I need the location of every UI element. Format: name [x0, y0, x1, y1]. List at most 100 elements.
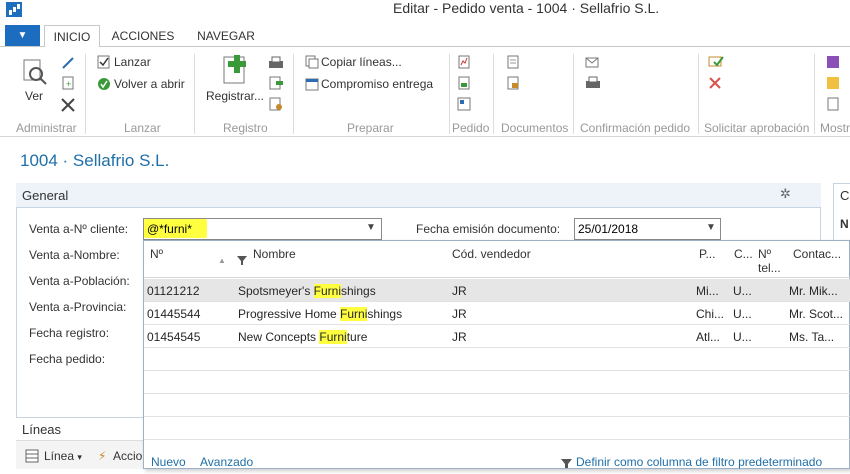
ribbon-separator [293, 54, 294, 134]
default-filter-link[interactable]: Definir como columna de filtro predeterm… [576, 455, 822, 469]
delete-icon[interactable] [61, 98, 75, 112]
app-logo-icon [6, 2, 22, 17]
statistics-icon[interactable] [457, 55, 471, 69]
row-name-pre: New Concepts [238, 330, 320, 344]
row-vendedor: JR [452, 284, 467, 298]
cancel-approval-icon[interactable] [708, 76, 722, 90]
fecha-emision-label: Fecha emisión documento: [416, 222, 561, 236]
column-header-vendedor[interactable]: Cód. vendedor [452, 247, 531, 261]
column-header-c[interactable]: C... [734, 247, 753, 261]
column-header-nombre[interactable]: Nombre [253, 247, 296, 261]
compromiso-entrega-button[interactable]: Compromiso entrega [321, 77, 433, 91]
notes-icon[interactable] [826, 76, 840, 90]
print-confirmation-icon[interactable] [585, 76, 601, 90]
group-label-lanzar: Lanzar [124, 121, 161, 135]
row-name-post: shings [341, 284, 376, 298]
calendar-icon[interactable] [305, 77, 319, 91]
copy-lines-icon[interactable] [305, 55, 319, 69]
tab-acciones[interactable]: ACCIONES [108, 25, 178, 48]
document-date-value[interactable]: 25/01/2018 [578, 222, 638, 236]
request-approval-icon[interactable] [708, 55, 724, 69]
registrar-button[interactable]: Registrar... [206, 89, 264, 103]
poblacion-label: Venta a-Población: [29, 274, 130, 288]
tab-navegar[interactable]: NAVEGAR [190, 25, 262, 48]
row-c: U... [733, 330, 752, 344]
row-name-pre: Spotsmeyer's [238, 284, 314, 298]
chevron-down-icon[interactable]: ▼ [366, 222, 376, 233]
column-header-contacto[interactable]: Contac... [793, 247, 841, 261]
row-name: New Concepts Furniture [238, 330, 367, 344]
row-no: 01121212 [147, 284, 200, 298]
ribbon-separator [698, 54, 699, 134]
edit-pencil-icon[interactable] [61, 56, 75, 70]
group-label-aprobacion: Solicitar aprobación [704, 121, 810, 135]
factbox-title: C [840, 188, 850, 203]
card-icon[interactable] [457, 76, 471, 90]
nuevo-link[interactable]: Nuevo [151, 455, 186, 469]
lines-linea-menu[interactable]: Línea ▾ [44, 449, 82, 463]
email-icon[interactable] [585, 55, 599, 69]
row-vendedor: JR [452, 307, 467, 321]
empty-row [144, 394, 850, 417]
row-p: Atl... [696, 330, 721, 344]
view-icon[interactable] [22, 58, 48, 86]
attachment-icon[interactable] [506, 76, 520, 90]
ribbon-separator [814, 54, 815, 134]
column-header-no[interactable]: Nº [150, 247, 163, 261]
customer-no-value[interactable]: @*furni* [147, 222, 192, 236]
row-no: 01445544 [147, 307, 201, 321]
group-label-registro: Registro [223, 121, 268, 135]
document-icon[interactable] [506, 55, 520, 69]
chevron-down-icon[interactable]: ▼ [706, 222, 716, 233]
new-document-icon[interactable]: + [61, 76, 75, 90]
dimensions-icon[interactable] [457, 97, 471, 111]
general-header[interactable] [16, 183, 821, 208]
post-icon[interactable] [222, 55, 252, 87]
links-icon[interactable] [826, 97, 840, 111]
empty-row [144, 371, 850, 394]
row-c: U... [733, 307, 752, 321]
filter-icon[interactable] [236, 253, 248, 265]
post-print-icon[interactable] [268, 76, 284, 90]
row-name-match: Furni [313, 284, 341, 298]
tel-line2: tel... [758, 261, 781, 275]
svg-text:+: + [66, 79, 71, 89]
copiar-lineas-button[interactable]: Copiar líneas... [321, 55, 402, 69]
ver-button[interactable]: Ver [25, 89, 43, 103]
onenote-icon[interactable] [826, 55, 840, 69]
empty-row [144, 348, 850, 371]
group-label-documentos: Documentos [501, 121, 569, 135]
row-name: Progressive Home Furnishings [238, 307, 402, 321]
app-menu-button[interactable]: ▼ [5, 25, 40, 46]
post-batch-icon[interactable] [268, 97, 284, 111]
column-header-p[interactable]: P... [699, 247, 715, 261]
sort-asc-icon[interactable]: ▲ [218, 256, 226, 265]
column-header-tel[interactable]: Nº tel... [758, 247, 781, 275]
general-title: General [22, 188, 69, 203]
group-label-preparar: Preparar [347, 121, 394, 135]
row-name-post: ture [346, 330, 368, 344]
lightning-icon: ⚡ [98, 449, 107, 463]
row-no: 01454545 [147, 330, 201, 344]
ribbon-separator [194, 54, 195, 134]
lines-title: Líneas [22, 422, 62, 437]
factbox-field: N [840, 217, 849, 231]
reopen-icon[interactable] [97, 77, 111, 91]
volver-abrir-button[interactable]: Volver a abrir [114, 77, 185, 91]
row-name-match: Furni [340, 307, 368, 321]
tab-inicio[interactable]: INICIO [44, 25, 100, 48]
row-p: Chi... [696, 307, 725, 321]
lanzar-button[interactable]: Lanzar [114, 55, 151, 69]
lines-acciones-menu[interactable]: Accio [113, 449, 142, 463]
avanzado-link[interactable]: Avanzado [200, 455, 253, 469]
tel-line1: Nº [758, 247, 772, 261]
ribbon-separator [573, 54, 574, 134]
row-p: Mi... [696, 284, 719, 298]
fecha-pedido-label: Fecha pedido: [29, 352, 106, 366]
group-label-pedido: Pedido [452, 121, 490, 135]
settings-icon[interactable]: ✲ [780, 186, 796, 202]
row-name: Spotsmeyer's Furnishings [238, 284, 376, 298]
release-icon[interactable] [97, 55, 111, 69]
row-name-post: shings [367, 307, 403, 321]
print-icon[interactable] [268, 56, 284, 70]
